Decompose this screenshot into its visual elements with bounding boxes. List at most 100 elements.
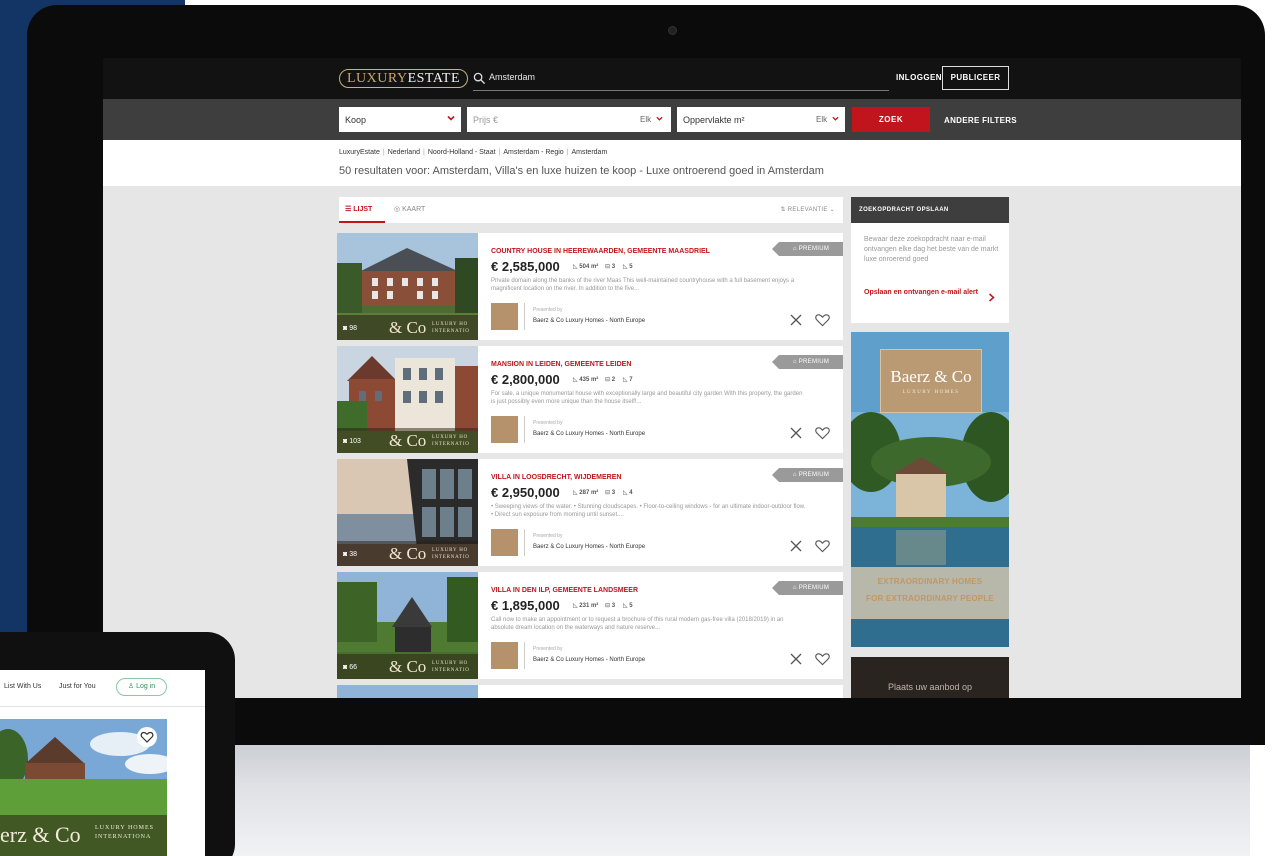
agent-logo[interactable]: [491, 642, 518, 669]
tablet-screen: List With Us Just for You ♙ Log in erz &…: [0, 670, 205, 856]
listing-description: • Sweeping views of the water. • Stunnin…: [491, 504, 806, 518]
photo-watermark: & Co: [389, 544, 427, 563]
listing-baths: ◺ 4: [623, 490, 633, 496]
listing-price: € 1,895,000: [491, 598, 560, 613]
heart-icon[interactable]: [815, 313, 830, 327]
breadcrumb-item[interactable]: Amsterdam - Regio: [503, 149, 563, 156]
close-icon[interactable]: [789, 539, 803, 553]
listing-title[interactable]: MANSION IN LEIDEN, GEMEENTE LEIDEN: [491, 361, 631, 368]
photo-count: ◙ 38: [343, 551, 357, 558]
listing-photo[interactable]: ◙ 66 & Co LUXURY HO INTERNATIO: [337, 572, 478, 679]
listing-title[interactable]: VILLA IN DEN ILP, GEMEENTE LANDSMEER: [491, 587, 638, 594]
more-filters-link[interactable]: ANDERE FILTERS: [944, 116, 1017, 125]
listing-photo[interactable]: [337, 685, 478, 698]
listing-card[interactable]: ◙ 103 & Co LUXURY HO INTERNATIO MANSION I…: [337, 346, 843, 453]
area-select[interactable]: Oppervlakte m² Elk: [677, 107, 845, 132]
listing-card[interactable]: ◙ 38 & Co LUXURY HO INTERNATIO VILLA IN L…: [337, 459, 843, 566]
tab-map[interactable]: ◎ KAART: [394, 205, 425, 213]
premium-badge: ⌂ PREMIUM: [772, 242, 843, 256]
area-placeholder: Oppervlakte m²: [683, 115, 745, 125]
listing-area: ◺ 287 m²: [573, 490, 599, 496]
listing-card[interactable]: ◙ 66 & Co LUXURY HO INTERNATIO VILLA IN D…: [337, 572, 843, 679]
sort-select[interactable]: ⇅ RELEVANTIE ⌄: [781, 206, 836, 213]
heart-icon[interactable]: [815, 539, 830, 553]
logo-part-luxury: LUXURY: [347, 71, 408, 86]
ad-text-strip: [851, 567, 1009, 619]
search-button[interactable]: ZOEK: [852, 107, 930, 132]
secondary-ad-text: Plaats uw aanbod op: [887, 682, 973, 692]
listing-card[interactable]: ◙ 98 & Co LUXURY HO INTERNATIO COUNTRY HO…: [337, 233, 843, 340]
chevron-right-icon[interactable]: [988, 293, 995, 302]
tablet-favorite-button[interactable]: [137, 727, 157, 747]
listing-beds: ⊟ 2: [605, 377, 616, 383]
type-select-value: Koop: [345, 115, 367, 125]
tablet-nav-just-for-you[interactable]: Just for You: [59, 683, 96, 690]
agent-logo[interactable]: [491, 303, 518, 330]
listing-description: For sale, a unique monumental house with…: [491, 391, 803, 405]
ad-brand-name: Baerz & Co: [890, 367, 972, 386]
listing-area: ◺ 231 m²: [573, 603, 599, 609]
search-icon: [473, 72, 486, 85]
tablet-login-button[interactable]: ♙ Log in: [116, 678, 167, 696]
breadcrumb-item[interactable]: Amsterdam: [571, 149, 607, 156]
listing-beds: ⊟ 3: [605, 603, 616, 609]
user-icon: ♙: [127, 683, 135, 690]
agent-logo[interactable]: [491, 529, 518, 556]
premium-badge: ⌂ PREMIUM: [772, 355, 843, 369]
secondary-ad[interactable]: Plaats uw aanbod op: [851, 657, 1009, 698]
top-bar: LUXURYESTATE Amsterdam INLOGGEN PUBLICEE…: [103, 58, 1241, 99]
desk-surface: [230, 740, 1250, 856]
photo-count: ◙ 103: [343, 438, 361, 445]
login-link[interactable]: INLOGGEN: [896, 73, 942, 82]
tablet-nav-list-with-us[interactable]: List With Us: [4, 683, 41, 690]
advertisement-banner[interactable]: Baerz & Co LUXURY HOMES EXTRAORDINARY HO…: [851, 332, 1009, 647]
listing-price: € 2,800,000: [491, 372, 560, 387]
save-search-link[interactable]: Opslaan en ontvangen e-mail alert: [864, 288, 982, 297]
site-logo[interactable]: LUXURYESTATE: [339, 69, 468, 88]
divider: [524, 416, 525, 443]
price-select[interactable]: Prijs € Elk: [467, 107, 671, 132]
listing-card-partial[interactable]: [337, 685, 843, 698]
save-search-panel: ZOEKOPDRACHT OPSLAAN Bewaar deze zoekopd…: [851, 197, 1009, 323]
listing-title[interactable]: VILLA IN LOOSDRECHT, WIJDEMEREN: [491, 474, 621, 481]
listing-photo[interactable]: ◙ 38 & Co LUXURY HO INTERNATIO: [337, 459, 478, 566]
close-icon[interactable]: [789, 426, 803, 440]
agent-name[interactable]: Baerz & Co Luxury Homes - North Europe: [533, 431, 645, 437]
heart-icon[interactable]: [815, 426, 830, 440]
agent-name[interactable]: Baerz & Co Luxury Homes - North Europe: [533, 657, 645, 663]
search-value: Amsterdam: [489, 72, 536, 82]
save-search-text: Bewaar deze zoekopdracht naar e-mail ont…: [864, 236, 999, 263]
breadcrumb-item[interactable]: Noord-Holland - Staat: [428, 149, 496, 156]
presented-by-label: Presented by: [533, 307, 563, 313]
close-icon[interactable]: [789, 313, 803, 327]
save-search-heading: ZOEKOPDRACHT OPSLAAN: [851, 197, 1009, 223]
heart-icon[interactable]: [815, 652, 830, 666]
ad-brand-logo: Baerz & Co LUXURY HOMES: [880, 349, 982, 413]
photo-count: ◙ 98: [343, 325, 357, 332]
results-heading: 50 resultaten voor: Amsterdam, Villa's e…: [339, 165, 824, 177]
agent-logo[interactable]: [491, 416, 518, 443]
divider: [0, 706, 205, 707]
publish-button[interactable]: PUBLICEER: [942, 66, 1009, 90]
close-icon[interactable]: [789, 652, 803, 666]
type-select[interactable]: Koop: [339, 107, 461, 132]
breadcrumb-item[interactable]: LuxuryEstate: [339, 149, 380, 156]
agent-name[interactable]: Baerz & Co Luxury Homes - North Europe: [533, 318, 645, 324]
search-input[interactable]: Amsterdam: [473, 69, 889, 91]
photo-watermark-sub: LUXURY HO INTERNATIO: [432, 435, 470, 447]
listing-title[interactable]: COUNTRY HOUSE IN HEEREWAARDEN, GEMEENTE …: [491, 248, 710, 255]
divider: [524, 642, 525, 669]
tablet-photo-watermark: erz & Co: [0, 822, 81, 847]
listing-photo[interactable]: ◙ 98 & Co LUXURY HO INTERNATIO: [337, 233, 478, 340]
listing-photo[interactable]: ◙ 103 & Co LUXURY HO INTERNATIO: [337, 346, 478, 453]
view-toggle-bar: ☰ LIJST ◎ KAART ⇅ RELEVANTIE ⌄: [339, 197, 843, 223]
tab-list[interactable]: ☰ LIJST: [345, 205, 372, 213]
agent-name[interactable]: Baerz & Co Luxury Homes - North Europe: [533, 544, 645, 550]
breadcrumb: LuxuryEstate | Nederland | Noord-Holland - S…: [339, 149, 608, 156]
breadcrumb-item[interactable]: Nederland: [388, 149, 420, 156]
presented-by-label: Presented by: [533, 533, 563, 539]
listing-baths: ◺ 7: [623, 377, 633, 383]
heart-icon: [140, 731, 154, 743]
listing-area: ◺ 504 m²: [573, 264, 599, 270]
listing-baths: ◺ 5: [623, 603, 633, 609]
